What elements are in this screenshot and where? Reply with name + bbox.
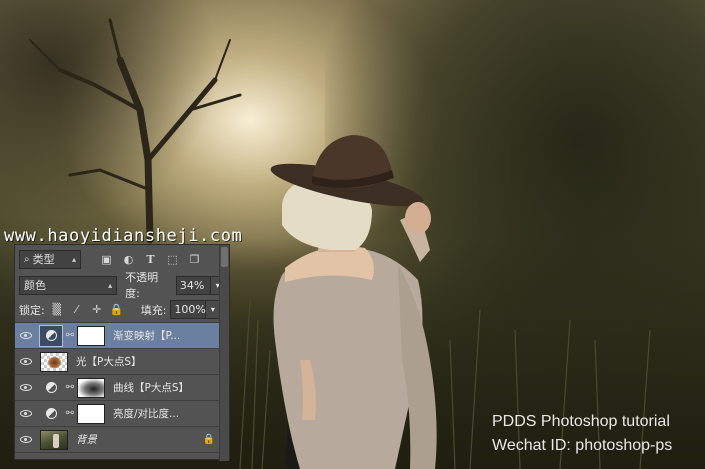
blend-mode-select[interactable]: 颜色 ▴ [19, 275, 118, 295]
scrollbar-thumb[interactable] [221, 247, 228, 267]
layer-row-light[interactable]: 光【P大点S】 [15, 349, 229, 375]
layer-mask-thumbnail[interactable] [77, 403, 105, 424]
layer-mask-thumbnail[interactable] [77, 377, 105, 398]
link-icon[interactable]: ⚯ [63, 330, 77, 341]
eye-icon[interactable] [15, 436, 37, 443]
layer-name[interactable]: 亮度/对比度... [113, 406, 179, 421]
tree-silhouette [29, 18, 242, 244]
lock-position-icon[interactable]: ✛ [91, 302, 103, 317]
eye-icon[interactable] [15, 358, 37, 365]
eye-icon[interactable] [15, 332, 37, 339]
watermark-credits: PDDS Photoshop tutorial Wechat ID: photo… [492, 410, 672, 458]
image-filter-icon[interactable]: ▣ [99, 252, 114, 267]
layer-mask-thumbnail[interactable] [77, 325, 105, 346]
filter-kind-label: 类型 [32, 253, 55, 266]
filter-icon-group: ▣ ◐ T ⬚ ❐ [99, 252, 202, 267]
opacity-input[interactable]: 34% [175, 275, 212, 295]
lock-pixels-icon[interactable]: ⁄ [71, 302, 83, 317]
adjustment-layer-icon [39, 324, 63, 347]
watermark-line-2: Wechat ID: photoshop-ps [492, 437, 673, 454]
blend-mode-label: 颜色 [24, 279, 46, 292]
link-icon[interactable]: ⚯ [63, 408, 77, 419]
layer-name[interactable]: 光【P大点S】 [76, 354, 142, 369]
panel-scrollbar[interactable] [219, 245, 229, 461]
layer-filter-bar: ⌕ 类型 ▴ ▣ ◐ T ⬚ ❐ [15, 245, 229, 273]
layer-name[interactable]: 背景 [76, 432, 97, 447]
smart-object-filter-icon[interactable]: ❐ [187, 252, 202, 267]
layer-list: ⚯ 渐变映射【P... 光【P大点S】 ⚯ 曲线【P大点S】 ⚯ 亮度/对比度.… [15, 323, 229, 453]
layers-panel: ⌕ 类型 ▴ ▣ ◐ T ⬚ ❐ 颜色 ▴ 不透明度: 34% ▾ 锁定: ▒ … [14, 244, 230, 461]
layer-row-curves[interactable]: ⚯ 曲线【P大点S】 [15, 375, 229, 401]
layer-row-gradient-map[interactable]: ⚯ 渐变映射【P... [15, 323, 229, 349]
link-icon[interactable]: ⚯ [63, 382, 77, 393]
eye-icon[interactable] [15, 384, 37, 391]
fill-input[interactable]: 100% [170, 300, 207, 319]
watermark-url: www.haoyidiansheji.com [4, 226, 243, 246]
filter-kind-select[interactable]: ⌕ 类型 ▴ [19, 249, 81, 269]
search-icon: ⌕ [24, 253, 30, 265]
lock-transparent-icon[interactable]: ▒ [51, 302, 63, 317]
layer-row-background[interactable]: 背景 🔒 [15, 427, 229, 453]
adjustment-layer-icon [39, 377, 63, 399]
layer-row-brightness-contrast[interactable]: ⚯ 亮度/对比度... [15, 401, 229, 427]
adjustment-filter-icon[interactable]: ◐ [121, 252, 136, 267]
layer-name[interactable]: 渐变映射【P... [113, 328, 180, 343]
opacity-label: 不透明度: [125, 271, 159, 300]
adjustment-layer-icon [39, 403, 63, 425]
chevron-down-icon: ▴ [108, 280, 113, 290]
shape-filter-icon[interactable]: ⬚ [165, 252, 180, 267]
lock-fill-row: 锁定: ▒ ⁄ ✛ 🔒 填充: 100% ▾ [15, 297, 229, 323]
watermark-line-1: PDDS Photoshop tutorial [492, 413, 670, 430]
layer-thumbnail[interactable] [40, 429, 68, 450]
blend-opacity-row: 颜色 ▴ 不透明度: 34% ▾ [15, 271, 229, 300]
lock-all-icon[interactable]: 🔒 [110, 302, 124, 317]
lock-icon: 🔒 [202, 434, 215, 445]
eye-icon[interactable] [15, 410, 37, 417]
chevron-down-icon: ▴ [71, 254, 76, 264]
lock-icon-group: ▒ ⁄ ✛ 🔒 [51, 302, 123, 317]
layer-name[interactable]: 曲线【P大点S】 [113, 380, 189, 395]
woman-figure [270, 135, 437, 469]
layer-thumbnail[interactable] [40, 351, 68, 372]
fill-label: 填充: [140, 303, 167, 317]
type-filter-icon[interactable]: T [143, 252, 158, 267]
lock-label: 锁定: [19, 303, 45, 317]
